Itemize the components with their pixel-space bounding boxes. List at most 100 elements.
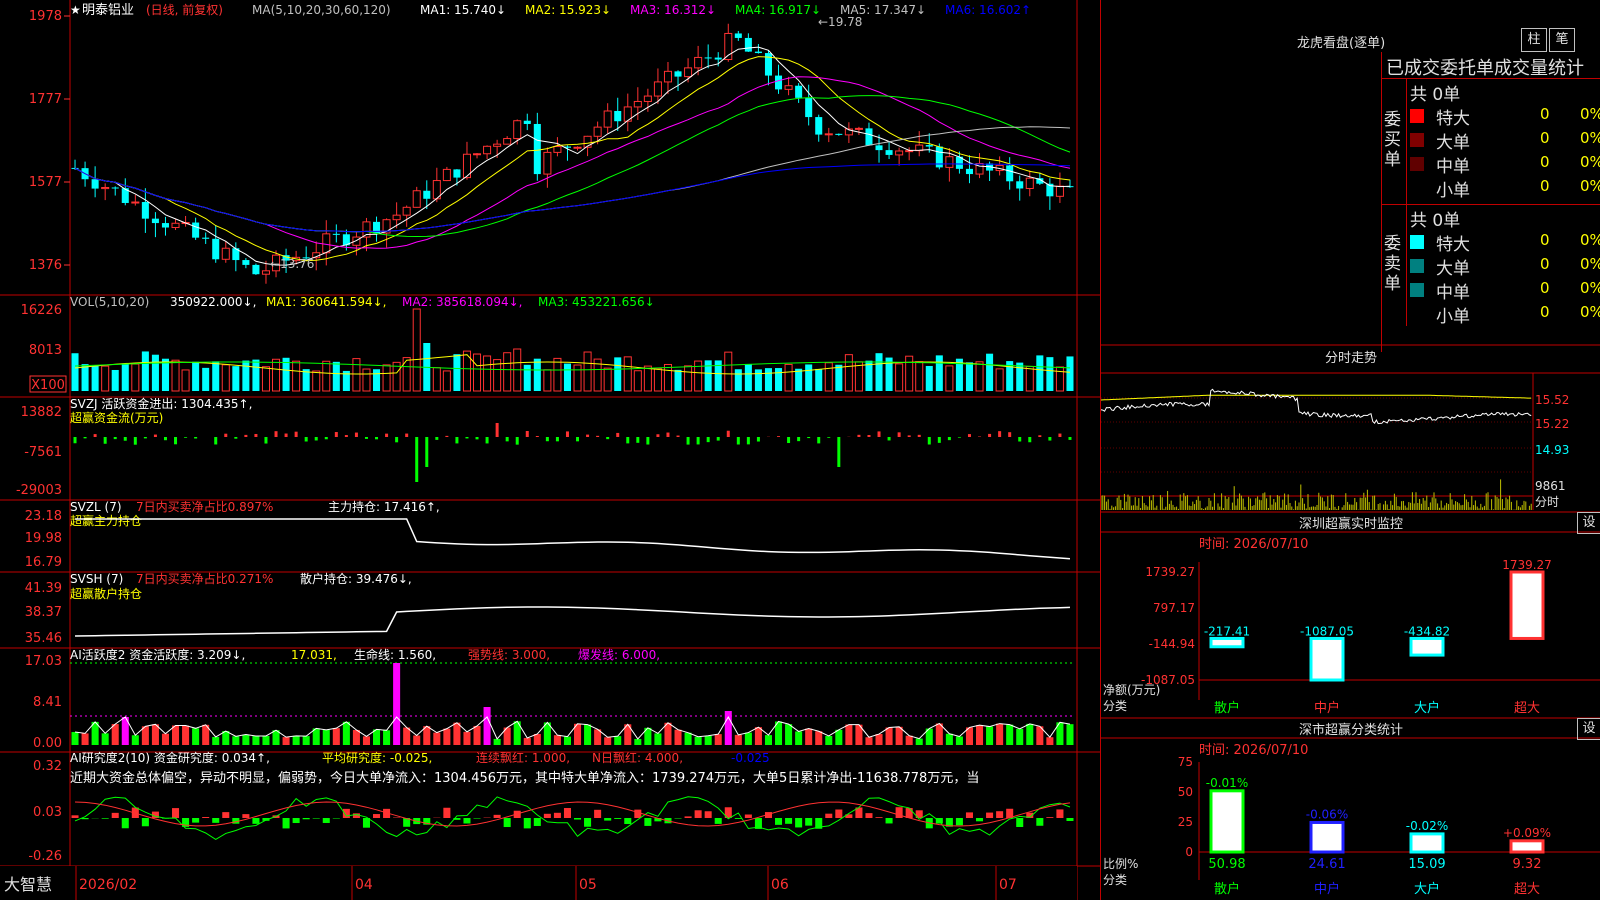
vol-bar [553, 357, 562, 392]
vol-bar [252, 359, 260, 391]
candle-body [161, 223, 169, 228]
activity-bar [443, 728, 451, 745]
research-bar [252, 818, 260, 824]
svzj-tick: -7561 [24, 445, 62, 460]
vol-bar [643, 365, 652, 392]
candle-body [704, 57, 712, 59]
activity-bar [664, 722, 672, 745]
vol-bar [1025, 366, 1034, 392]
candle-body [815, 117, 823, 135]
vol-value: 350922.000↓, [170, 295, 256, 309]
monitor-time: 时间: 2026/07/10 [1199, 537, 1308, 552]
activity-bar [875, 734, 883, 745]
svzj-tick: -29003 [16, 483, 62, 498]
activity-bar [1026, 723, 1034, 745]
vol-bar [453, 354, 461, 391]
candle-body [573, 146, 582, 149]
research-bar [965, 812, 973, 818]
vol-tick: 8013 [29, 343, 62, 358]
activity-bar [182, 725, 190, 745]
ai3-nred: N日飘红: 4.000, [592, 750, 683, 765]
x-axis-label: 07 [999, 877, 1017, 893]
app-name: 大智慧 [4, 875, 52, 894]
x-axis-label: 05 [579, 877, 597, 893]
candle-body [1006, 165, 1014, 182]
class-value: 24.61 [1308, 857, 1345, 872]
activity-bar [604, 737, 612, 745]
ma-line [74, 95, 1071, 238]
intraday-price: 14.93 [1535, 443, 1569, 457]
right-charts: 分时走势 15.52 15.22 14.93 9861 分时深圳超赢实时监控时间: 202… [1101, 344, 1600, 897]
vol-tick: 16226 [21, 303, 62, 318]
monitor-category: 大户 [1414, 700, 1440, 716]
candle-body [141, 202, 149, 219]
research-bar [704, 811, 712, 818]
activity-bar [835, 729, 843, 745]
research-bar [1056, 809, 1064, 818]
activity-bar [1006, 724, 1014, 745]
class-settings-button[interactable]: 设 [1577, 718, 1600, 740]
monitor-ylabel: 净额(万元) [1103, 683, 1160, 697]
activity-bar [654, 733, 662, 745]
activity-bar [111, 724, 119, 745]
candle-body [775, 75, 783, 90]
activity-bar [212, 736, 220, 745]
activity-bar [352, 729, 360, 745]
research-bar [986, 812, 994, 818]
vol-bar [171, 359, 180, 392]
vol-bar [202, 367, 210, 391]
activity-bar [533, 733, 541, 745]
activity-bar [795, 731, 803, 745]
candle-body [322, 233, 331, 254]
svzl-hold: 主力持仓: 17.416↑, [328, 499, 440, 514]
research-bar [1066, 818, 1074, 821]
svsh-tick: 41.39 [25, 581, 62, 596]
vol-bar [945, 365, 954, 392]
research-bar [996, 811, 1004, 818]
candle-body [784, 85, 793, 90]
research-bar [955, 818, 963, 826]
ai3-avg: 平均研究度: -0.025, [322, 750, 432, 765]
ai2-tick: 17.03 [25, 654, 62, 669]
ai2-title: AI活跃度2 资金活跃度: 3.209↓, [70, 647, 245, 662]
vol-bar [332, 361, 340, 391]
class-percent: +0.09% [1503, 826, 1551, 840]
svsh-tick: 35.46 [25, 631, 62, 646]
research-bar [282, 818, 290, 829]
ai2-life: 生命线: 1.560, [354, 647, 436, 662]
vol-bar [71, 353, 79, 391]
ai3-tick: 0.03 [33, 805, 62, 820]
kline-chart-area[interactable]: ★ 明泰铝业 (日线, 前复权) MA(5,10,20,30,60,120) MA1: … [0, 0, 1100, 900]
research-bar [192, 818, 200, 823]
candle-body [202, 237, 210, 239]
kline-chart[interactable]: ★ 明泰铝业 (日线, 前复权) MA(5,10,20,30,60,120) MA1: … [0, 0, 1100, 900]
research-bar [895, 807, 903, 818]
vol-bar [242, 360, 250, 391]
candle-body [684, 67, 693, 78]
vol-bar [905, 355, 914, 392]
candle-body [1055, 185, 1064, 197]
monitor-bar [1309, 636, 1345, 682]
research-bar [734, 818, 742, 819]
research-bar [795, 818, 803, 828]
candle-body [513, 120, 522, 140]
vol-bar [141, 351, 149, 391]
research-bar [212, 818, 220, 823]
research-bar [342, 808, 350, 818]
x-axis-bg [0, 866, 1077, 900]
vol-bar [563, 363, 571, 391]
candle-body [101, 186, 110, 190]
intraday-vol: 9861 [1535, 479, 1566, 493]
candle-body [694, 56, 703, 69]
research-bar [312, 818, 320, 819]
monitor-settings-button[interactable]: 设 [1577, 512, 1600, 534]
intraday-vol-unit: 分时 [1535, 495, 1559, 509]
activity-bar [81, 733, 89, 745]
vol-bar [181, 369, 190, 392]
activity-bar [403, 727, 411, 745]
research-bar [503, 818, 511, 828]
high-marker: ←19.78 [818, 15, 862, 29]
svzl-tick: 16.79 [25, 555, 62, 570]
activity-bar [714, 734, 722, 745]
svsh-ratio: 7日内买卖净占比0.271% [136, 571, 273, 586]
